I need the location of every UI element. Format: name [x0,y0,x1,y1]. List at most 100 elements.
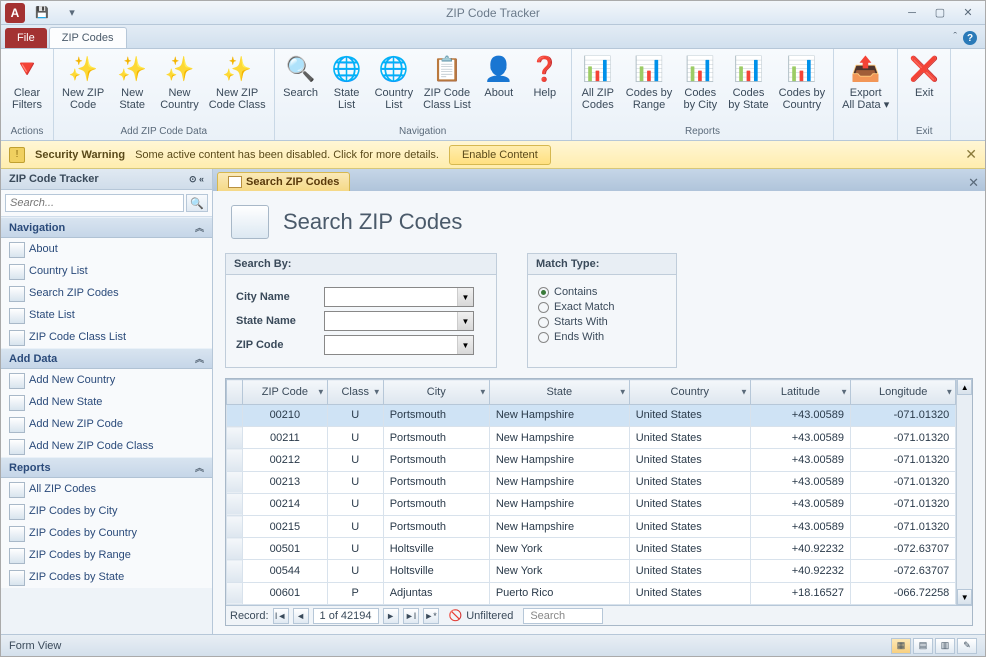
chevron-up-icon[interactable]: ︽ [195,461,204,474]
ribbon-button[interactable]: 📊Codes byRange [622,51,676,113]
record-position[interactable]: 1 of 42194 [313,608,379,624]
table-cell[interactable]: United States [629,471,750,493]
ribbon-button[interactable]: 📊Codesby City [678,51,722,113]
filter-status[interactable]: Unfiltered [466,610,513,622]
nav-item[interactable]: Add New State [1,391,212,413]
table-cell[interactable]: New York [489,538,629,560]
table-row[interactable]: 00601PAdjuntasPuerto RicoUnited States+1… [227,582,956,604]
table-cell[interactable]: U [327,538,383,560]
nav-search-input[interactable] [5,194,184,212]
column-header[interactable]: ZIP Code▼ [243,380,328,405]
table-cell[interactable]: New Hampshire [489,471,629,493]
table-cell[interactable]: U [327,560,383,582]
table-cell[interactable]: +43.00589 [750,449,850,471]
ribbon-button[interactable]: ❌Exit [902,51,946,101]
ribbon-button[interactable]: 📊Codes byCountry [775,51,829,113]
table-cell[interactable]: 00601 [243,582,328,604]
nav-category[interactable]: Navigation︽ [1,217,212,238]
row-selector[interactable] [227,516,243,538]
form-view-button[interactable]: ▦ [891,638,911,654]
row-selector[interactable] [227,471,243,493]
ribbon-button[interactable]: 🔻ClearFilters [5,51,49,113]
column-header[interactable]: Latitude▼ [750,380,850,405]
row-selector[interactable] [227,538,243,560]
table-cell[interactable]: -071.01320 [851,427,956,449]
dropdown-icon[interactable]: ▼ [457,312,473,330]
chevron-up-icon[interactable]: ︽ [195,352,204,365]
nav-item[interactable]: About [1,238,212,260]
table-cell[interactable]: -071.01320 [851,471,956,493]
state-name-combo[interactable]: ▼ [324,311,474,331]
table-cell[interactable]: U [327,404,383,426]
document-close-icon[interactable]: ✕ [962,175,985,191]
ribbon-button[interactable]: 📊All ZIPCodes [576,51,620,113]
last-record-button[interactable]: ►I [403,608,419,624]
table-cell[interactable]: United States [629,516,750,538]
table-cell[interactable]: -071.01320 [851,516,956,538]
table-cell[interactable]: New Hampshire [489,493,629,515]
table-cell[interactable]: 00212 [243,449,328,471]
table-cell[interactable]: -066.72258 [851,582,956,604]
table-cell[interactable]: New Hampshire [489,449,629,471]
table-cell[interactable]: -072.63707 [851,560,956,582]
ribbon-button[interactable]: 📋ZIP CodeClass List [419,51,475,113]
table-cell[interactable]: New Hampshire [489,427,629,449]
table-cell[interactable]: -071.01320 [851,404,956,426]
ribbon-button[interactable]: ✨New ZIPCode [58,51,108,113]
first-record-button[interactable]: I◄ [273,608,289,624]
row-selector[interactable] [227,493,243,515]
row-selector[interactable] [227,560,243,582]
table-cell[interactable]: Holtsville [383,560,489,582]
table-cell[interactable]: United States [629,560,750,582]
new-record-button[interactable]: ►* [423,608,439,624]
table-cell[interactable]: +43.00589 [750,471,850,493]
ribbon-button[interactable]: ✨New ZIPCode Class [205,51,270,113]
nav-item[interactable]: State List [1,304,212,326]
table-cell[interactable]: -071.01320 [851,449,956,471]
table-row[interactable]: 00211UPortsmouthNew HampshireUnited Stat… [227,427,956,449]
nav-item[interactable]: ZIP Codes by State [1,566,212,588]
column-header[interactable]: Country▼ [629,380,750,405]
row-selector[interactable] [227,404,243,426]
help-icon[interactable]: ? [963,31,977,45]
table-cell[interactable]: +40.92232 [750,560,850,582]
table-cell[interactable]: Portsmouth [383,449,489,471]
dropdown-icon[interactable]: ▼ [373,387,381,396]
qat-dropdown-icon[interactable]: ▾ [59,5,85,21]
dropdown-icon[interactable]: ▼ [457,288,473,306]
ribbon-button[interactable]: 🌐CountryList [371,51,418,113]
dropdown-icon[interactable]: ▼ [945,387,953,396]
table-cell[interactable]: United States [629,493,750,515]
table-cell[interactable]: -071.01320 [851,493,956,515]
match-type-option[interactable]: Contains [538,286,666,298]
table-cell[interactable]: +43.00589 [750,493,850,515]
ribbon-button[interactable]: ✨NewCountry [156,51,203,113]
design-view-button[interactable]: ✎ [957,638,977,654]
ribbon-collapse-icon[interactable]: ˆ [953,31,957,45]
close-button[interactable]: ✕ [955,5,981,21]
ribbon-button[interactable]: 📊Codesby State [724,51,772,113]
table-row[interactable]: 00212UPortsmouthNew HampshireUnited Stat… [227,449,956,471]
ribbon-button[interactable]: 🔍Search [279,51,323,101]
radio-icon[interactable] [538,287,549,298]
table-cell[interactable]: 00210 [243,404,328,426]
table-cell[interactable]: 00214 [243,493,328,515]
table-cell[interactable]: U [327,516,383,538]
table-row[interactable]: 00215UPortsmouthNew HampshireUnited Stat… [227,516,956,538]
match-type-option[interactable]: Starts With [538,316,666,328]
table-cell[interactable]: United States [629,404,750,426]
qat-save-icon[interactable]: 💾 [29,5,55,21]
zip-codes-tab[interactable]: ZIP Codes [49,27,127,48]
table-cell[interactable]: P [327,582,383,604]
nav-item[interactable]: ZIP Codes by Range [1,544,212,566]
table-cell[interactable]: U [327,493,383,515]
table-row[interactable]: 00214UPortsmouthNew HampshireUnited Stat… [227,493,956,515]
table-cell[interactable]: 00544 [243,560,328,582]
table-cell[interactable]: Portsmouth [383,427,489,449]
chevron-down-icon[interactable]: ⊙ « [189,174,204,185]
nav-item[interactable]: All ZIP Codes [1,478,212,500]
table-cell[interactable]: Adjuntas [383,582,489,604]
table-cell[interactable]: Holtsville [383,538,489,560]
column-header[interactable]: Class▼ [327,380,383,405]
dropdown-icon[interactable]: ▼ [457,336,473,354]
